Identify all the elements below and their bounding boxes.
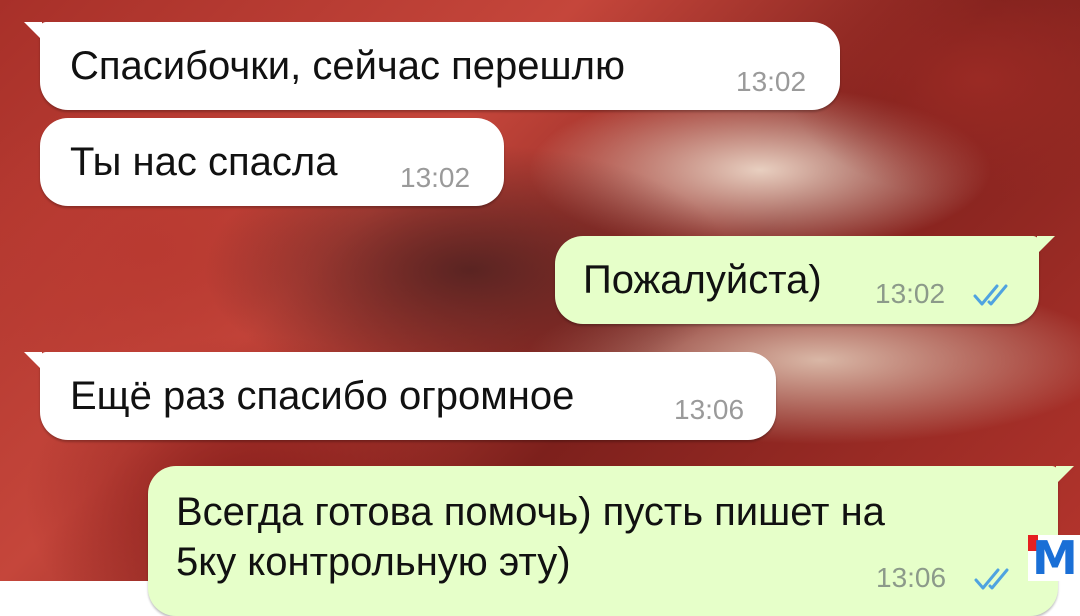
watermark-letter: M xyxy=(1032,531,1078,585)
message-bubble-outgoing[interactable]: Всегда готова помочь) пусть пишет на 5ку… xyxy=(148,466,1074,616)
bubble-tail xyxy=(24,352,42,370)
watermark-logo: M xyxy=(1028,531,1080,585)
message-bubble-incoming[interactable]: Ты нас спасла 13:02 xyxy=(40,118,504,206)
message-time: 13:06 xyxy=(876,562,947,593)
bubble-tail xyxy=(24,22,42,40)
message-bubble-incoming[interactable]: Ещё раз спасибо огромное 13:06 xyxy=(24,352,776,440)
message-text: Ты нас спасла xyxy=(70,140,338,184)
message-bubble-incoming[interactable]: Спасибочки, сейчас перешлю 13:02 xyxy=(24,22,840,110)
read-receipt-icon xyxy=(973,284,1008,306)
message-text-line: Всегда готова помочь) пусть пишет на xyxy=(176,490,885,534)
message-text: Ещё раз спасибо огромное xyxy=(70,374,575,418)
message-time: 13:02 xyxy=(736,66,807,97)
message-bubble-outgoing[interactable]: Пожалуйста) 13:02 xyxy=(555,236,1055,324)
bubble-tail xyxy=(1037,236,1055,254)
message-text: Пожалуйста) xyxy=(583,258,822,302)
message-time: 13:06 xyxy=(674,394,745,425)
read-receipt-icon xyxy=(974,568,1009,590)
message-time: 13:02 xyxy=(400,162,471,193)
message-text-line: 5ку контрольную эту) xyxy=(176,540,571,584)
message-text: Спасибочки, сейчас перешлю xyxy=(70,44,625,88)
message-time: 13:02 xyxy=(875,278,946,309)
bubble-tail xyxy=(1056,466,1074,484)
